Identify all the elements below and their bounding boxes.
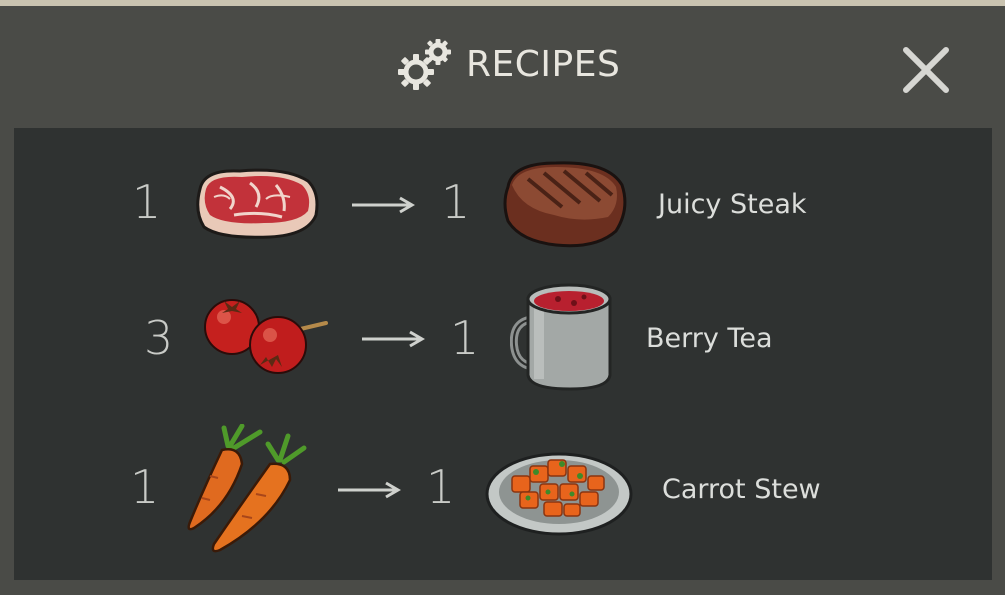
input-quantity: 3 [144,311,174,365]
tea-mug-icon [510,283,612,391]
raw-meat-icon [196,168,319,239]
output-quantity: 1 [450,311,480,365]
arrow-icon [338,481,401,499]
output-quantity: 1 [441,175,471,229]
carrots-icon [187,424,307,553]
arrow-icon [362,330,425,348]
recipe-list: 1 1 Juicy Steak 3 1 Berry Tea 1 1 Carrot… [14,128,992,580]
stew-plate-icon [485,452,633,536]
title-group: RECIPES [396,34,620,94]
recipe-row[interactable]: 1 1 Carrot Stew [14,420,992,560]
output-name: Berry Tea [646,323,773,354]
berries-icon [204,299,328,374]
output-quantity: 1 [426,460,456,514]
output-name: Carrot Stew [662,474,821,505]
input-quantity: 1 [132,175,162,229]
output-name: Juicy Steak [658,189,807,220]
window-title: RECIPES [466,43,621,85]
arrow-icon [352,196,415,214]
close-icon[interactable] [898,42,954,98]
window-header: RECIPES [0,6,1005,124]
recipe-row[interactable]: 1 1 Juicy Steak [14,133,992,273]
recipe-row[interactable]: 3 1 Berry Tea [14,271,992,411]
gears-icon [398,39,451,90]
cooked-steak-icon [503,161,627,248]
input-quantity: 1 [130,460,160,514]
